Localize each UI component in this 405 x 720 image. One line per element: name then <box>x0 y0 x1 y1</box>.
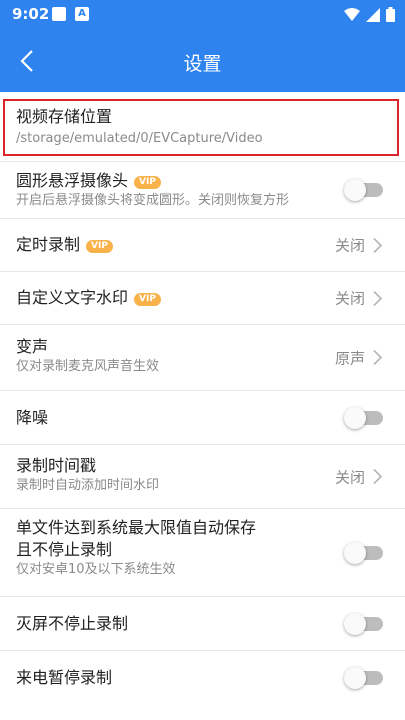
setting-custom-watermark[interactable]: 自定义文字水印 VIP 关闭 <box>0 272 405 325</box>
setting-noise-reduction: 降噪 <box>0 391 405 445</box>
battery-icon <box>386 7 395 22</box>
notification-a-icon: A <box>75 7 89 21</box>
vip-badge: VIP <box>86 240 113 253</box>
auto-save-toggle[interactable] <box>344 541 383 564</box>
setting-value: 关闭 <box>334 468 365 486</box>
highlight-box <box>3 99 399 156</box>
wifi-icon <box>344 7 360 21</box>
status-time: 9:02 <box>12 5 50 23</box>
status-bar: 9:02 A <box>0 0 405 30</box>
screen-off-toggle[interactable] <box>344 612 383 635</box>
setting-description: 仅对安卓10及以下系统生效 <box>16 562 176 577</box>
setting-scheduled-record[interactable]: 定时录制 VIP 关闭 <box>0 219 405 272</box>
setting-value: 关闭 <box>334 289 365 308</box>
signal-icon <box>366 7 380 22</box>
chevron-right-icon <box>373 468 383 485</box>
chevron-right-icon <box>373 349 383 366</box>
setting-round-camera: 圆形悬浮摄像头 VIP 开启后悬浮摄像头将变成圆形。关闭则恢复方形 <box>0 162 405 219</box>
status-icons <box>344 7 395 22</box>
chevron-right-icon <box>373 290 383 306</box>
vip-badge: VIP <box>134 293 161 306</box>
round-camera-toggle[interactable] <box>344 179 383 201</box>
setting-value: 关闭 <box>334 236 365 255</box>
vip-badge: VIP <box>134 176 161 189</box>
noise-reduction-toggle[interactable] <box>344 406 383 429</box>
setting-call-pause: 来电暂停录制 <box>0 651 405 705</box>
setting-value: 原声 <box>334 349 365 367</box>
setting-auto-save: 单文件达到系统最大限值自动保存 且不停止录制 仅对安卓10及以下系统生效 <box>0 509 405 597</box>
chevron-right-icon <box>373 237 383 253</box>
setting-label: 定时录制 <box>16 235 81 254</box>
setting-timestamp[interactable]: 录制时间戳 录制时自动添加时间水印 关闭 <box>0 445 405 509</box>
setting-voice-change[interactable]: 变声 仅对录制麦克风声音生效 原声 <box>0 325 405 391</box>
setting-label: 自定义文字水印 <box>16 288 129 307</box>
setting-screen-off: 灭屏不停止录制 <box>0 597 405 651</box>
setting-label: 圆形悬浮摄像头 <box>16 171 129 190</box>
app-bar: 设置 <box>0 30 405 92</box>
setting-label: 单文件达到系统最大限值自动保存 <box>16 518 257 537</box>
setting-video-storage[interactable]: 视频存储位置 /storage/emulated/0/EVCapture/Vid… <box>0 92 405 162</box>
settings-list: 视频存储位置 /storage/emulated/0/EVCapture/Vid… <box>0 92 405 705</box>
call-pause-toggle[interactable] <box>344 667 383 689</box>
page-title: 设置 <box>183 53 222 75</box>
notification-square-icon <box>52 7 66 21</box>
